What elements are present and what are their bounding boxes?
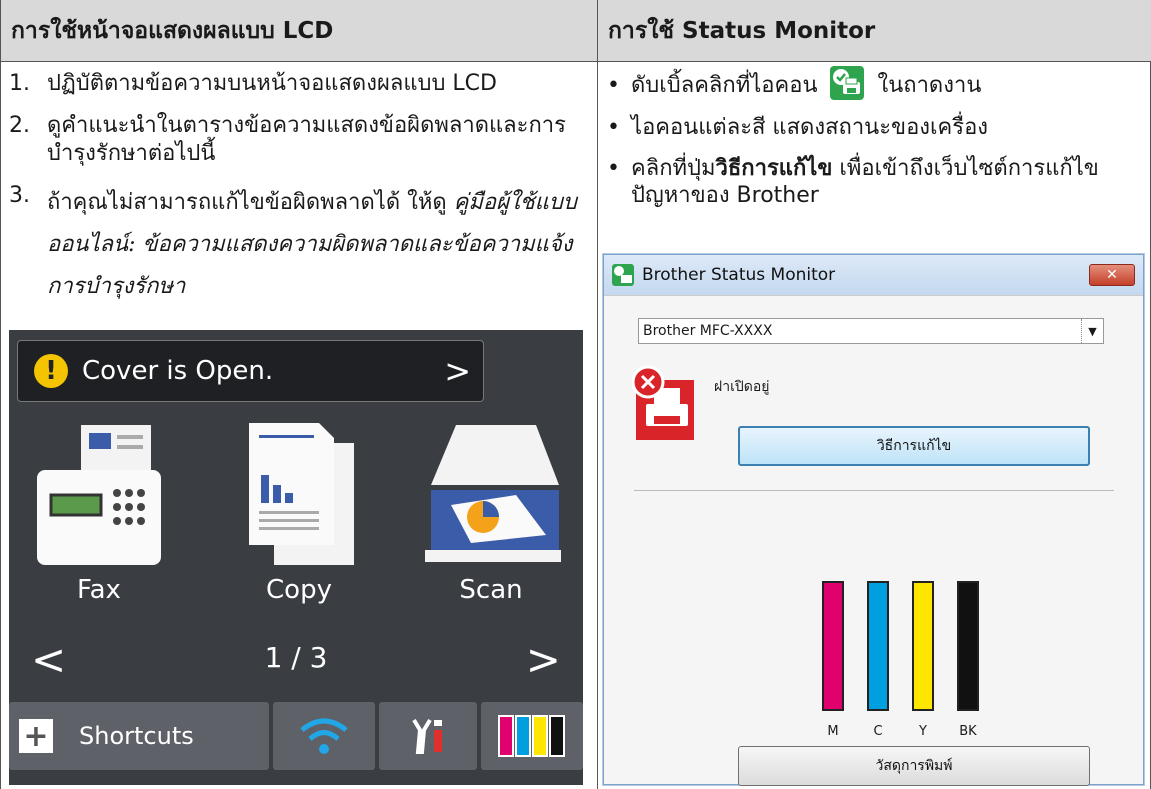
bullet-dot: • (607, 115, 620, 140)
ink-bar-cyan (867, 581, 889, 711)
ink-label-m: M (827, 724, 839, 739)
wifi-button[interactable] (273, 702, 375, 770)
ink-bar-magenta (822, 581, 844, 711)
status-monitor-bullets: • ดับเบิ้ลคลิกที่ไอคอน ในถาดงาน • ไอคอนแ… (607, 66, 1147, 223)
page-indicator: 1 / 3 (264, 641, 328, 674)
copy-label: Copy (266, 575, 332, 605)
device-select[interactable]: Brother MFC-XXXX ▼ (638, 318, 1104, 344)
scan-icon[interactable] (421, 415, 561, 570)
ink-label-y: Y (919, 724, 927, 739)
error-status-bar[interactable]: ! Cover is Open. > (17, 340, 484, 402)
left-column-header: การใช้หน้าจอแสดงผลแบบ LCD (1, 0, 597, 62)
bullet-2: • ไอคอนแต่ละสี แสดงสถานะของเครื่อง (607, 114, 1147, 141)
plus-icon: + (19, 719, 53, 754)
bullet-1: • ดับเบิ้ลคลิกที่ไอคอน ในถาดงาน (607, 66, 1147, 100)
scan-label: Scan (459, 575, 523, 605)
step-text: ดูคำแนะนำในตารางข้อความแสดงข้อผิดพลาดและ… (47, 113, 566, 166)
status-monitor-tray-icon (830, 66, 865, 100)
fax-icon[interactable] (29, 415, 169, 570)
status-monitor-window: Brother Status Monitor ✕ Brother MFC-XXX… (603, 254, 1144, 786)
step-text: ปฏิบัติตามข้อความบนหน้าจอแสดงผลแบบ LCD (47, 71, 497, 96)
step-2: 2. ดูคำแนะนำในตารางข้อความแสดงข้อผิดพลาด… (9, 112, 589, 168)
bullet-dot: • (607, 156, 620, 181)
ink-button[interactable] (481, 702, 583, 770)
lcd-steps-list: 1. ปฏิบัติตามข้อความบนหน้าจอแสดงผลแบบ LC… (9, 70, 589, 322)
window-title: Brother Status Monitor (642, 265, 836, 285)
close-icon: ✕ (1106, 267, 1118, 283)
ink-bar-black (957, 581, 979, 711)
device-select-value: Brother MFC-XXXX (643, 323, 773, 339)
ink-label-bk: BK (959, 724, 977, 739)
close-button[interactable]: ✕ (1089, 264, 1135, 286)
window-titlebar: Brother Status Monitor ✕ (604, 255, 1143, 295)
wifi-icon (300, 718, 348, 754)
step-3: 3. ถ้าคุณไม่สามารถแก้ไขข้อผิดพลาดได้ ให้… (9, 182, 589, 308)
bullet-text-after: ในถาดงาน (870, 73, 982, 98)
step-text-plain: ถ้าคุณไม่สามารถแก้ไขข้อผิดพลาดได้ ให้ดู (47, 190, 454, 215)
step-1: 1. ปฏิบัติตามข้อความบนหน้าจอแสดงผลแบบ LC… (9, 70, 589, 98)
lcd-dock: + Shortcuts (9, 702, 583, 770)
supplies-button[interactable]: วัสดุการพิมพ์ (738, 746, 1090, 786)
bullet-3: • คลิกที่ปุ่มวิธีการแก้ไข เพื่อเข้าถึงเว… (607, 155, 1147, 209)
chevron-right-icon[interactable]: > (526, 635, 561, 684)
step-number: 3. (9, 183, 30, 208)
right-column-header: การใช้ Status Monitor (597, 0, 1151, 62)
step-text-sep: : (128, 232, 143, 257)
step-number: 1. (9, 71, 30, 96)
ink-label-c: C (873, 724, 883, 739)
bullet-text: ดับเบิ้ลคลิกที่ไอคอน ในถาดงาน (631, 66, 1147, 100)
lcd-screen: ! Cover is Open. > Fax Copy Scan < 1 / 3… (9, 330, 583, 785)
bullet-text-before: คลิกที่ปุ่ม (631, 156, 716, 181)
bullet-text: คลิกที่ปุ่มวิธีการแก้ไข เพื่อเข้าถึงเว็บ… (631, 155, 1147, 209)
bullet-text-bold: วิธีการแก้ไข (715, 156, 833, 181)
device-status-text: ฝาเปิดอยู่ (714, 379, 770, 395)
bullet-text-before: ดับเบิ้ลคลิกที่ไอคอน (631, 73, 825, 98)
lcd-pager: < 1 / 3 > (9, 635, 583, 685)
bullet-dot: • (607, 73, 620, 98)
troubleshoot-button[interactable]: วิธีการแก้ไข (738, 426, 1090, 466)
shortcuts-button[interactable]: + Shortcuts (9, 702, 269, 770)
error-status-text: Cover is Open. (82, 356, 274, 386)
bullet-text: ไอคอนแต่ละสี แสดงสถานะของเครื่อง (631, 115, 989, 140)
separator (634, 490, 1114, 491)
copy-icon[interactable] (229, 415, 369, 570)
shortcuts-label: Shortcuts (79, 722, 194, 750)
chevron-right-icon: > (444, 352, 471, 390)
tools-icon (412, 718, 442, 754)
warning-icon: ! (34, 354, 68, 388)
printer-error-icon (632, 366, 694, 440)
window-body: Brother MFC-XXXX ▼ ฝาเปิดอยู่ วิธีการแก้… (604, 295, 1143, 786)
column-divider (597, 62, 598, 789)
ink-icon (498, 715, 565, 757)
chevron-down-icon[interactable]: ▼ (1081, 319, 1103, 343)
settings-button[interactable] (379, 702, 477, 770)
step-text: ถ้าคุณไม่สามารถแก้ไขข้อผิดพลาดได้ ให้ดู … (47, 182, 589, 308)
fax-label: Fax (77, 575, 121, 605)
ink-bar-yellow (912, 581, 934, 711)
info-table: การใช้หน้าจอแสดงผลแบบ LCD การใช้ Status … (0, 0, 1151, 789)
step-number: 2. (9, 113, 30, 138)
status-monitor-app-icon (612, 264, 634, 286)
